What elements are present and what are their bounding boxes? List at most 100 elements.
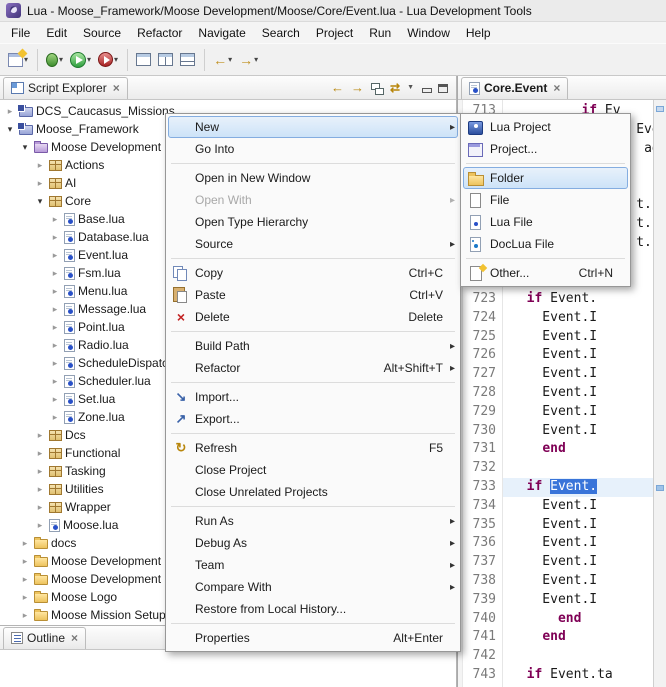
menu-item-team[interactable]: Team▸ (168, 554, 458, 576)
menu-item-lua-project[interactable]: Lua Project (463, 116, 628, 138)
close-tab-icon[interactable]: × (113, 83, 120, 93)
expand-arrow-icon[interactable]: ▸ (34, 160, 46, 171)
expand-arrow-icon[interactable]: ▸ (49, 268, 61, 279)
menu-item-import[interactable]: ↘Import... (168, 386, 458, 408)
expand-arrow-icon[interactable]: ▸ (19, 574, 31, 585)
expand-arrow-icon[interactable]: ▸ (34, 178, 46, 189)
forward-icon[interactable]: → (351, 82, 364, 94)
menu-item-project[interactable]: Project... (463, 138, 628, 160)
external-tools-button[interactable]: ▾ (95, 49, 121, 70)
dropdown-arrow-icon[interactable]: ▾ (228, 55, 232, 64)
collapse-all-icon[interactable] (371, 83, 383, 94)
menu-item-label: Go Into (195, 142, 234, 156)
menu-project[interactable]: Project (308, 24, 361, 42)
luafile-icon (64, 375, 75, 388)
script-explorer-tab[interactable]: Script Explorer × (3, 77, 128, 99)
expand-arrow-icon[interactable]: ▸ (49, 214, 61, 225)
menu-item-properties[interactable]: PropertiesAlt+Enter (168, 627, 458, 649)
expand-arrow-icon[interactable]: ▾ (4, 124, 16, 135)
expand-arrow-icon[interactable]: ▸ (19, 538, 31, 549)
expand-arrow-icon[interactable]: ▸ (34, 484, 46, 495)
menu-item-delete[interactable]: ×DeleteDelete (168, 306, 458, 328)
menu-item-build-path[interactable]: Build Path▸ (168, 335, 458, 357)
expand-arrow-icon[interactable]: ▸ (34, 430, 46, 441)
menu-item-open-type-hierarchy[interactable]: Open Type Hierarchy (168, 211, 458, 233)
menu-item-refactor[interactable]: RefactorAlt+Shift+T▸ (168, 357, 458, 379)
menu-item-new[interactable]: New▸ (168, 116, 458, 138)
expand-arrow-icon[interactable]: ▸ (49, 376, 61, 387)
close-tab-icon[interactable]: × (71, 633, 78, 643)
dropdown-arrow-icon[interactable]: ▾ (254, 55, 258, 64)
menu-search[interactable]: Search (254, 24, 308, 42)
link-editor-icon[interactable]: ⇄ (390, 82, 400, 94)
debug-button[interactable]: ▾ (43, 50, 66, 70)
menu-navigate[interactable]: Navigate (190, 24, 253, 42)
expand-arrow-icon[interactable]: ▸ (49, 250, 61, 261)
expand-arrow-icon[interactable]: ▸ (49, 286, 61, 297)
expand-arrow-icon[interactable]: ▸ (49, 232, 61, 243)
menu-item-open-in-new-window[interactable]: Open in New Window (168, 167, 458, 189)
expand-arrow-icon[interactable]: ▸ (49, 322, 61, 333)
window-view-2-button[interactable] (155, 50, 176, 69)
tree-item-label: Tasking (65, 464, 106, 478)
menu-source[interactable]: Source (75, 24, 129, 42)
new-wizard-button[interactable]: ▾ (5, 50, 31, 70)
window-view-3-button[interactable] (177, 50, 198, 69)
expand-arrow-icon[interactable]: ▾ (34, 196, 46, 207)
menu-item-copy[interactable]: CopyCtrl+C (168, 262, 458, 284)
expand-arrow-icon[interactable]: ▸ (19, 592, 31, 603)
menu-item-debug-as[interactable]: Debug As▸ (168, 532, 458, 554)
forward-button[interactable]: →▾ (236, 50, 261, 70)
close-tab-icon[interactable]: × (553, 83, 560, 93)
expand-arrow-icon[interactable]: ▸ (34, 520, 46, 531)
back-icon[interactable]: ← (331, 82, 344, 94)
window-view-1-button[interactable] (133, 50, 154, 69)
menu-item-other[interactable]: Other...Ctrl+N (463, 262, 628, 284)
overview-ruler[interactable] (653, 100, 666, 687)
dropdown-arrow-icon[interactable]: ▾ (87, 55, 91, 64)
dropdown-arrow-icon[interactable]: ▾ (114, 55, 118, 64)
expand-arrow-icon[interactable]: ▸ (34, 448, 46, 459)
menu-file[interactable]: File (3, 24, 38, 42)
editor-tab-core-event[interactable]: Core.Event × (461, 77, 568, 99)
dropdown-arrow-icon[interactable]: ▾ (59, 55, 63, 64)
menu-item-go-into[interactable]: Go Into (168, 138, 458, 160)
expand-arrow-icon[interactable]: ▸ (4, 106, 16, 117)
menu-edit[interactable]: Edit (38, 24, 75, 42)
expand-arrow-icon[interactable]: ▸ (49, 394, 61, 405)
expand-arrow-icon[interactable]: ▸ (19, 610, 31, 621)
menu-item-file[interactable]: File (463, 189, 628, 211)
menu-refactor[interactable]: Refactor (129, 24, 190, 42)
menu-item-compare-with[interactable]: Compare With▸ (168, 576, 458, 598)
expand-arrow-icon[interactable]: ▸ (49, 304, 61, 315)
expand-arrow-icon[interactable]: ▸ (34, 502, 46, 513)
expand-arrow-icon[interactable]: ▸ (34, 466, 46, 477)
menu-item-refresh[interactable]: ↻RefreshF5 (168, 437, 458, 459)
view-menu-icon[interactable]: ▼ (407, 83, 414, 93)
menu-item-close-project[interactable]: Close Project (168, 459, 458, 481)
menu-item-run-as[interactable]: Run As▸ (168, 510, 458, 532)
expand-arrow-icon[interactable]: ▸ (49, 340, 61, 351)
minimize-icon[interactable] (421, 84, 431, 93)
outline-tab[interactable]: Outline × (3, 627, 86, 649)
menu-item-paste[interactable]: PasteCtrl+V (168, 284, 458, 306)
menu-item-lua-file[interactable]: Lua File (463, 211, 628, 233)
menu-item-doclua-file[interactable]: DocLua File (463, 233, 628, 255)
menu-item-export[interactable]: ↗Export... (168, 408, 458, 430)
expand-arrow-icon[interactable]: ▸ (49, 412, 61, 423)
menu-item-folder[interactable]: Folder (463, 167, 628, 189)
menu-item-restore-from-local-history[interactable]: Restore from Local History... (168, 598, 458, 620)
menu-item-source[interactable]: Source▸ (168, 233, 458, 255)
expand-arrow-icon[interactable]: ▸ (49, 358, 61, 369)
menu-item-label: Lua File (490, 215, 533, 229)
expand-arrow-icon[interactable]: ▸ (19, 556, 31, 567)
menu-item-open-with[interactable]: Open With▸ (168, 189, 458, 211)
menu-item-close-unrelated-projects[interactable]: Close Unrelated Projects (168, 481, 458, 503)
expand-arrow-icon[interactable]: ▾ (19, 142, 31, 153)
run-button[interactable]: ▾ (67, 49, 94, 71)
back-button[interactable]: ←▾ (210, 50, 235, 70)
menu-help[interactable]: Help (458, 24, 499, 42)
menu-run[interactable]: Run (361, 24, 399, 42)
menu-window[interactable]: Window (399, 24, 458, 42)
maximize-icon[interactable] (438, 84, 448, 93)
